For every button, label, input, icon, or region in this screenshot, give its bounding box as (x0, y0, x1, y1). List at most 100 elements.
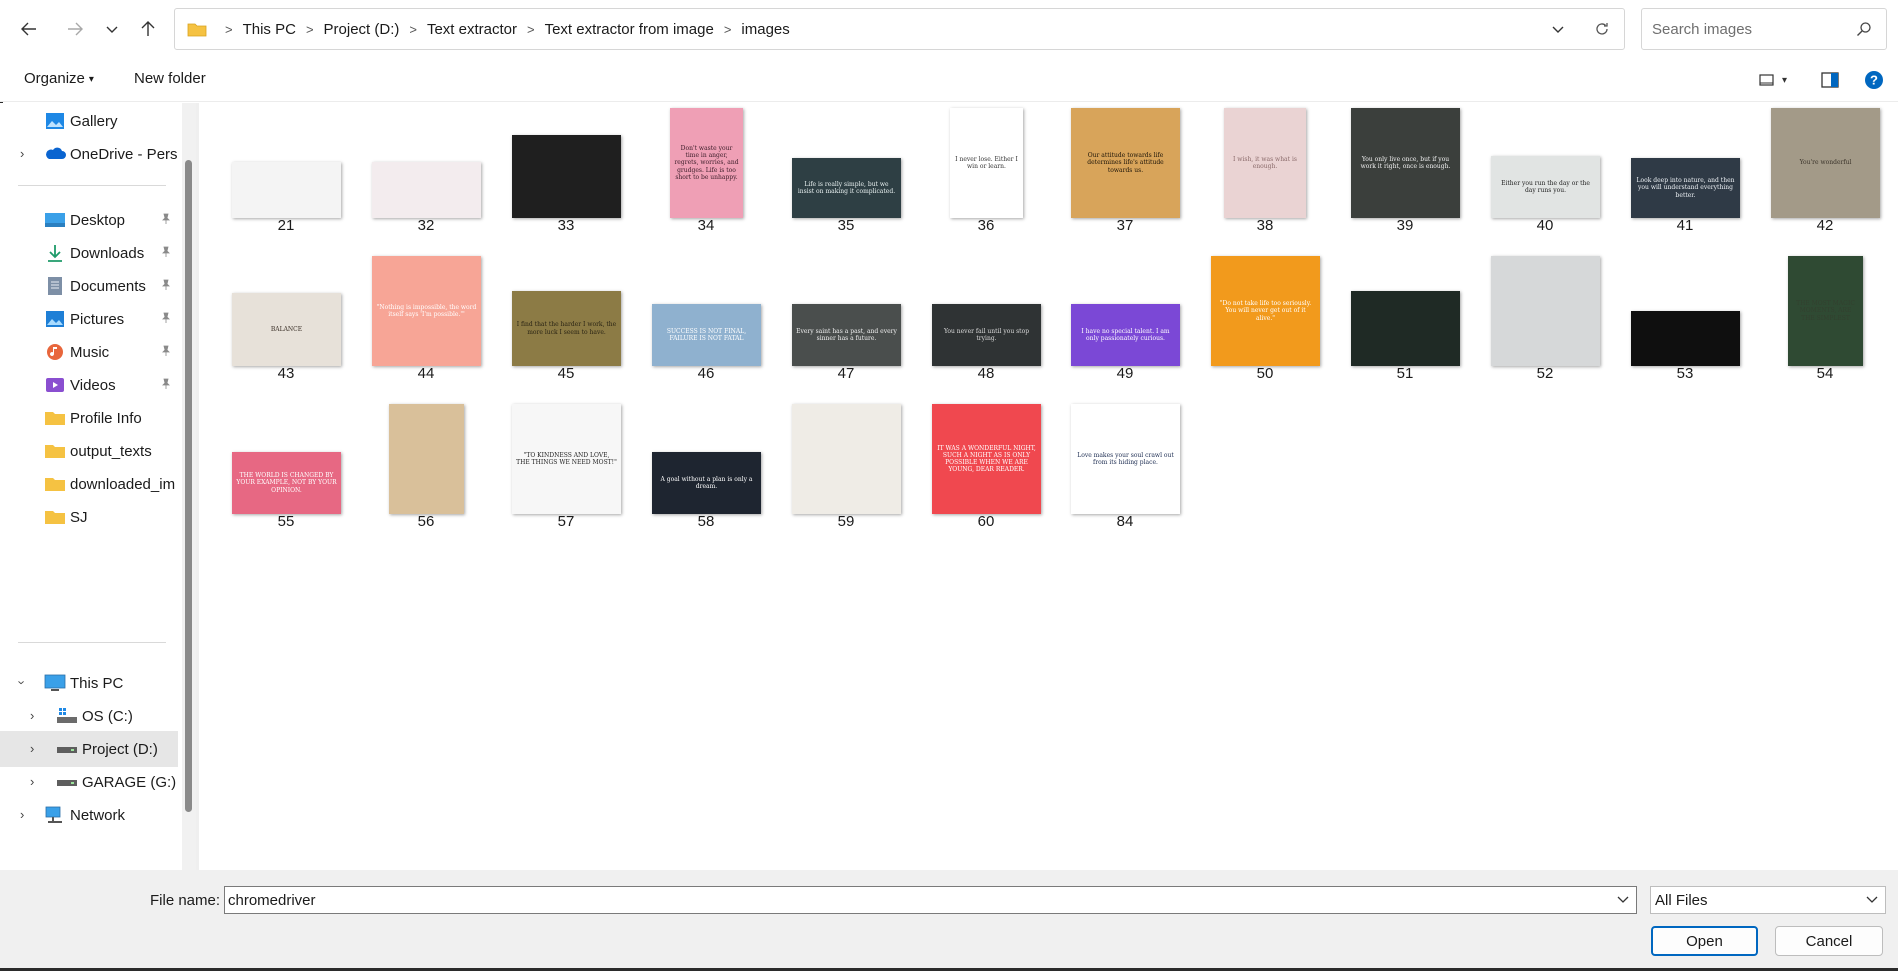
nav-item-output-texts[interactable]: output_texts (0, 433, 178, 469)
recent-locations-button[interactable] (97, 14, 127, 44)
nav-item-music[interactable]: Music (0, 334, 178, 370)
nav-item-this-pc[interactable]: › This PC (0, 665, 178, 701)
file-item[interactable]: Our attitude towards life determines lif… (1060, 103, 1190, 243)
nav-label: OneDrive - Perso (70, 145, 178, 163)
folder-icon (187, 23, 207, 37)
breadcrumb-text-extractor[interactable]: Text extractor > (427, 21, 545, 38)
file-name-label: 52 (1536, 365, 1554, 382)
search-box[interactable] (1641, 8, 1887, 50)
file-name-input[interactable] (225, 891, 1605, 909)
file-name-label: 37 (1116, 217, 1134, 234)
chevron-right-icon: › (20, 146, 25, 161)
file-item[interactable]: BALANCE 43 (221, 251, 351, 391)
file-item[interactable]: SUCCESS IS NOT FINAL, FAILURE IS NOT FAT… (641, 251, 771, 391)
nav-scrollbar-thumb[interactable] (185, 160, 192, 812)
nav-label: Gallery (70, 112, 118, 130)
nav-item-sj[interactable]: SJ (0, 499, 178, 535)
file-name-label: 55 (277, 513, 295, 530)
nav-item-project-d[interactable]: › Project (D:) (0, 731, 178, 767)
open-button[interactable]: Open (1651, 926, 1758, 956)
file-thumbnail: BALANCE (232, 293, 341, 366)
breadcrumb-images[interactable]: images (741, 21, 789, 38)
nav-item-network[interactable]: › Network (0, 797, 178, 833)
file-item[interactable]: Every saint has a past, and every sinner… (781, 251, 911, 391)
pin-icon (162, 378, 170, 389)
forward-button[interactable] (60, 14, 90, 44)
chevron-down-icon[interactable] (1616, 892, 1630, 906)
nav-item-downloaded-im[interactable]: downloaded_im (0, 466, 178, 502)
file-item[interactable]: IT WAS A WONDERFUL NIGHT, SUCH A NIGHT A… (921, 399, 1051, 539)
file-item[interactable]: "TO KINDNESS AND LOVE, THE THINGS WE NEE… (501, 399, 631, 539)
file-item[interactable]: You're wonderful 42 (1760, 103, 1890, 243)
file-item[interactable]: I never lose. Either I win or learn. 36 (921, 103, 1051, 243)
file-name-combobox[interactable] (224, 886, 1637, 914)
chevron-right-icon: › (30, 708, 35, 723)
nav-item-documents[interactable]: Documents (0, 268, 178, 304)
preview-pane-button[interactable] (1818, 68, 1842, 92)
file-item[interactable]: "Nothing is impossible, the word itself … (361, 251, 491, 391)
file-item[interactable]: Either you run the day or the day runs y… (1480, 103, 1610, 243)
file-item[interactable]: 56 (361, 399, 491, 539)
breadcrumb-project-d[interactable]: Project (D:) > (324, 21, 427, 38)
file-item[interactable]: Love makes your soul crawl out from its … (1060, 399, 1190, 539)
file-item[interactable]: 59 (781, 399, 911, 539)
file-item[interactable]: I wish, it was what is enough. 38 (1200, 103, 1330, 243)
nav-item-downloads[interactable]: Downloads (0, 235, 178, 271)
file-thumbnail: THE WORLD IS CHANGED BY YOUR EXAMPLE, NO… (232, 452, 341, 514)
nav-item-gallery[interactable]: Gallery (0, 103, 178, 139)
file-item[interactable]: THE MOST MAGIC MOMENTS, ARE THE SIMPLEST… (1760, 251, 1890, 391)
chevron-right-icon: › (20, 807, 25, 822)
up-button[interactable] (133, 14, 163, 44)
file-item[interactable]: THE WORLD IS CHANGED BY YOUR EXAMPLE, NO… (221, 399, 351, 539)
file-item[interactable]: Life is really simple, but we insist on … (781, 103, 911, 243)
file-item[interactable]: 51 (1340, 251, 1470, 391)
address-bar[interactable]: > This PC > Project (D:) > Text extractor >… (174, 8, 1625, 50)
nav-item-desktop[interactable]: Desktop (0, 202, 178, 238)
file-item[interactable]: Look deep into nature, and then you will… (1620, 103, 1750, 243)
chevron-down-icon (106, 26, 118, 33)
file-thumbnail (372, 162, 481, 218)
nav-item-profile-info[interactable]: Profile Info (0, 400, 178, 436)
nav-item-pictures[interactable]: Pictures (0, 301, 178, 337)
back-button[interactable] (14, 14, 44, 44)
file-item[interactable]: "Do not take life too seriously. You wil… (1200, 251, 1330, 391)
search-input[interactable] (1652, 20, 1842, 38)
view-options-button[interactable]: ▾ (1750, 68, 1796, 92)
file-thumbnail (792, 404, 901, 514)
cancel-button[interactable]: Cancel (1775, 926, 1883, 956)
file-item[interactable]: You only live once, but if you work it r… (1340, 103, 1470, 243)
pane-splitter[interactable] (196, 103, 199, 870)
nav-item-garage-g[interactable]: › GARAGE (G:) (0, 764, 178, 800)
file-item[interactable]: A goal without a plan is only a dream. 58 (641, 399, 771, 539)
folder-icon (45, 478, 65, 491)
nav-label: Pictures (70, 310, 125, 328)
file-item[interactable]: You never fail until you stop trying. 48 (921, 251, 1051, 391)
nav-item-os-c[interactable]: › OS (C:) (0, 698, 178, 734)
organize-menu-button[interactable]: Organize ▾ (24, 70, 94, 87)
file-item[interactable]: Don't waste your time in anger, regrets,… (641, 103, 771, 243)
nav-item-onedrive[interactable]: › OneDrive - Perso (0, 136, 178, 172)
file-list: 21 32 33 Don't waste your time in anger, re… (200, 103, 1898, 870)
file-item[interactable]: 21 (221, 103, 351, 243)
breadcrumb-this-pc[interactable]: This PC > (243, 21, 324, 38)
new-folder-button[interactable]: New folder (134, 70, 206, 87)
file-type-filter[interactable]: All Files (1650, 886, 1886, 914)
file-item[interactable]: I have no special talent. I am only pass… (1060, 251, 1190, 391)
breadcrumb-text-extractor-from-image[interactable]: Text extractor from image > (545, 21, 742, 38)
refresh-button[interactable] (1580, 9, 1624, 49)
cloud-icon (46, 147, 66, 159)
file-item[interactable]: 52 (1480, 251, 1610, 391)
nav-label: Project (D:) (82, 740, 158, 758)
nav-item-videos[interactable]: Videos (0, 367, 178, 403)
folder-icon (45, 445, 65, 458)
address-history-button[interactable] (1536, 9, 1580, 49)
help-button[interactable]: ? (1862, 68, 1886, 92)
file-item[interactable]: 53 (1620, 251, 1750, 391)
file-name-label: 58 (697, 513, 715, 530)
file-item[interactable]: 32 (361, 103, 491, 243)
file-item[interactable]: I find that the harder I work, the more … (501, 251, 631, 391)
file-thumbnail: You never fail until you stop trying. (932, 304, 1041, 366)
nav-label: This PC (70, 674, 124, 692)
refresh-icon (1596, 23, 1608, 35)
file-item[interactable]: 33 (501, 103, 631, 243)
